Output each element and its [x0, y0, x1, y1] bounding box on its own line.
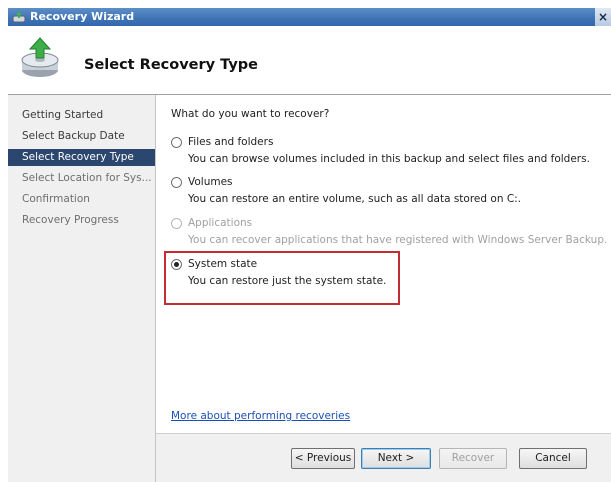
system-state-radio[interactable] — [171, 259, 182, 270]
files-and-folders-description: You can browse volumes included in this … — [188, 153, 590, 165]
app-icon — [12, 11, 26, 23]
recovery-question: What do you want to recover? — [171, 108, 330, 120]
step-recovery-progress: Recovery Progress — [22, 214, 119, 226]
wizard-steps-sidebar: Getting Started Select Backup Date Selec… — [8, 95, 156, 482]
previous-button[interactable]: < Previous — [291, 448, 355, 469]
page-title: Select Recovery Type — [84, 57, 258, 73]
step-getting-started[interactable]: Getting Started — [8, 107, 155, 124]
recovery-wizard-window: Recovery Wizard × Select Recovery Type G… — [8, 8, 611, 482]
more-about-recoveries-link[interactable]: More about performing recoveries — [171, 410, 350, 422]
step-select-location: Select Location for Sys... — [22, 172, 152, 184]
system-state-description: You can restore just the system state. — [188, 275, 387, 287]
files-and-folders-radio[interactable] — [171, 137, 182, 148]
files-and-folders-label[interactable]: Files and folders — [188, 136, 273, 148]
volumes-description: You can restore an entire volume, such a… — [188, 193, 522, 205]
step-confirmation: Confirmation — [22, 193, 90, 205]
title-bar: Recovery Wizard × — [8, 8, 611, 26]
recovery-wizard-icon — [21, 37, 59, 77]
volumes-label[interactable]: Volumes — [188, 176, 233, 188]
window-title: Recovery Wizard — [30, 10, 135, 23]
wizard-footer: < Previous Next > Recover Cancel — [156, 433, 611, 482]
cancel-button[interactable]: Cancel — [519, 448, 587, 469]
wizard-content: What do you want to recover? Files and f… — [156, 95, 611, 433]
wizard-header: Select Recovery Type — [8, 26, 611, 95]
next-button[interactable]: Next > — [361, 448, 431, 469]
recover-button: Recover — [439, 448, 507, 469]
close-button[interactable]: × — [595, 8, 611, 26]
applications-description: You can recover applications that have r… — [188, 234, 608, 246]
system-state-label[interactable]: System state — [188, 258, 257, 270]
applications-radio — [171, 218, 182, 229]
volumes-radio[interactable] — [171, 177, 182, 188]
step-select-recovery-type[interactable]: Select Recovery Type — [8, 149, 155, 166]
step-select-backup-date[interactable]: Select Backup Date — [8, 128, 155, 145]
applications-label: Applications — [188, 217, 253, 229]
